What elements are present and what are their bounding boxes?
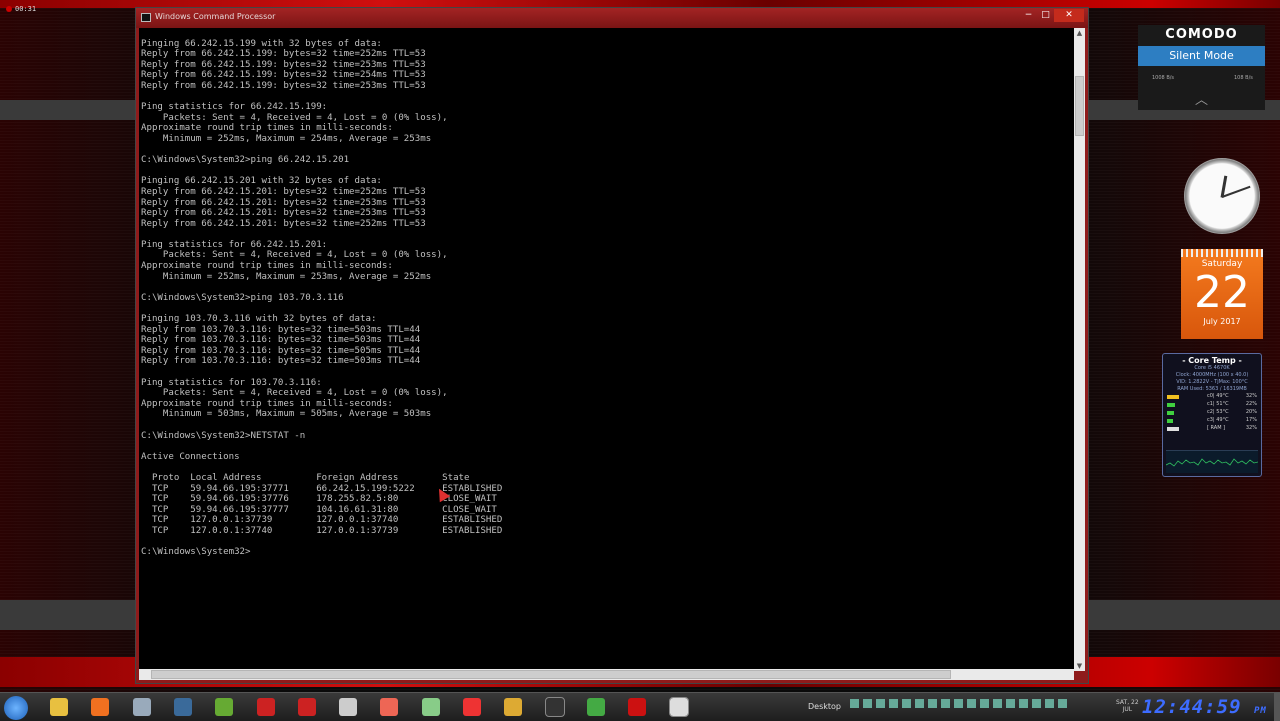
tray-icon[interactable] — [941, 699, 950, 708]
tray-icon[interactable] — [980, 699, 989, 708]
tray-icon[interactable] — [1006, 699, 1015, 708]
upload-rate: 108 B/s — [1234, 75, 1253, 81]
calendar-month: July 2017 — [1203, 317, 1241, 326]
analog-clock-gadget — [1184, 158, 1260, 234]
core-temp-label: c0| 49°C — [1207, 393, 1229, 399]
red-app-icon[interactable] — [256, 698, 275, 716]
calendar-day: 22 — [1194, 267, 1250, 318]
calendar-rings — [1181, 249, 1263, 257]
close-button[interactable]: ✕ — [1054, 9, 1084, 22]
comodo-brand: COMODO — [1165, 27, 1238, 42]
firefox-icon[interactable] — [380, 698, 399, 716]
maximize-button[interactable]: □ — [1037, 9, 1054, 22]
task-app-icon[interactable] — [668, 697, 689, 717]
volume-icon[interactable] — [1058, 699, 1067, 708]
tray-icon[interactable] — [1032, 699, 1041, 708]
tray-icon[interactable] — [863, 699, 872, 708]
calendar-gadget: Saturday 22 July 2017 — [1181, 249, 1263, 339]
cpu-vid: VID: 1.2822V - TjMax: 100°C — [1176, 379, 1248, 385]
cmd-icon — [141, 13, 151, 22]
scroll-down-icon[interactable]: ▼ — [1074, 661, 1085, 671]
core-load-bar — [1167, 427, 1179, 431]
tray-icon[interactable] — [1045, 699, 1054, 708]
core-temp-label: [ RAM ] — [1207, 425, 1226, 431]
corner-clock: 00:31 — [6, 5, 36, 13]
tray-icon[interactable] — [954, 699, 963, 708]
tray-icon[interactable] — [967, 699, 976, 708]
core-load-bar — [1167, 403, 1175, 407]
core-temp-label: c2| 53°C — [1207, 409, 1229, 415]
rednet-icon[interactable] — [628, 698, 647, 716]
core-temp-label: c3| 49°C — [1207, 417, 1229, 423]
record-icon — [6, 6, 12, 12]
core-load-bar — [1167, 419, 1173, 423]
tool-icon[interactable] — [504, 698, 523, 716]
core-load-percent: 17% — [1245, 417, 1257, 423]
cpu-model: Core i5 4670K — [1194, 365, 1230, 371]
cmd-icon[interactable] — [544, 697, 565, 717]
tray-icon[interactable] — [876, 699, 885, 708]
horizontal-scroll-thumb[interactable] — [151, 670, 951, 679]
minimize-button[interactable]: − — [1020, 9, 1037, 22]
start-button[interactable] — [4, 696, 28, 720]
core-temp-rows: c0| 49°C 32% c1| 51°C 22% c2| 53°C 20% c3| 49°… — [1163, 393, 1261, 433]
window-titlebar[interactable]: Windows Command Processor − □ ✕ — [136, 8, 1088, 28]
core-load-bar — [1167, 411, 1174, 415]
core-temp-title: - Core Temp - — [1182, 356, 1242, 365]
core-temp-label: c1| 51°C — [1207, 401, 1229, 407]
core-row: [ RAM ] 32% — [1163, 425, 1261, 433]
greenshot-icon[interactable] — [586, 698, 605, 716]
tray-icon[interactable] — [889, 699, 898, 708]
horizontal-scrollbar[interactable] — [139, 669, 1074, 680]
core-load-bar — [1167, 395, 1179, 399]
scroll-up-icon[interactable]: ▲ — [1074, 28, 1085, 38]
tray-icon[interactable] — [928, 699, 937, 708]
cpu-usage-graph — [1165, 450, 1259, 473]
steam-icon[interactable] — [173, 698, 192, 716]
console-text: Pinging 66.242.15.199 with 32 bytes of d… — [141, 38, 503, 558]
ram-used: RAM Used: 5363 / 16319MB — [1177, 386, 1247, 392]
vertical-scrollbar[interactable]: ▲ ▼ — [1074, 28, 1085, 671]
ccleaner-icon[interactable] — [297, 698, 316, 716]
tray-icon[interactable] — [1019, 699, 1028, 708]
core-row: c1| 51°C 22% — [1163, 401, 1261, 409]
collapse-chevron-icon[interactable]: ︿ — [1195, 89, 1208, 108]
tray-icon[interactable] — [902, 699, 911, 708]
console-output[interactable]: Pinging 66.242.15.199 with 32 bytes of d… — [139, 28, 1074, 671]
core-load-percent: 32% — [1245, 393, 1257, 399]
silent-mode-button[interactable]: Silent Mode — [1138, 46, 1265, 66]
show-desktop-button[interactable] — [1274, 693, 1280, 721]
core-row: c3| 49°C 17% — [1163, 417, 1261, 425]
windows-explorer-icon[interactable] — [50, 698, 68, 716]
taskbar: Desktop SAT, 22 JUL 12:44:59 PM — [0, 692, 1280, 721]
utorrent-icon[interactable] — [215, 698, 234, 716]
taskbar-date[interactable]: SAT, 22 JUL — [1116, 699, 1139, 713]
cpu-usage-graph-svg — [1165, 458, 1259, 467]
cpu-clock: Clock: 4000MHz (100 x 40.0) — [1175, 372, 1249, 378]
chrome-icon[interactable] — [463, 698, 481, 716]
core-row: c2| 53°C 20% — [1163, 409, 1261, 417]
system-tray[interactable] — [850, 699, 1067, 708]
core-load-percent: 20% — [1245, 409, 1257, 415]
core-load-percent: 32% — [1245, 425, 1257, 431]
download-rate: 1008 B/s — [1152, 75, 1175, 81]
tray-icon[interactable] — [993, 699, 1002, 708]
clock-minute-hand — [1221, 185, 1251, 198]
command-prompt-window[interactable]: Windows Command Processor − □ ✕ Pinging … — [135, 7, 1089, 684]
core-temp-gadget: - Core Temp - Core i5 4670K Clock: 4000M… — [1162, 353, 1262, 477]
file-icon[interactable] — [132, 698, 151, 716]
taskbar-time[interactable]: 12:44:59 PM — [1142, 696, 1267, 718]
core-load-percent: 22% — [1245, 401, 1257, 407]
comodo-widget[interactable]: COMODO Silent Mode 1008 B/s 108 B/s ︿ — [1138, 25, 1265, 110]
avast-icon[interactable] — [91, 698, 110, 716]
core-row: c0| 49°C 32% — [1163, 393, 1261, 401]
desktop-toolbar-label[interactable]: Desktop — [808, 702, 841, 711]
notepad-icon[interactable] — [421, 698, 440, 716]
vertical-scroll-thumb[interactable] — [1075, 76, 1084, 136]
window-title: Windows Command Processor — [155, 12, 276, 21]
tray-icon[interactable] — [915, 699, 924, 708]
calendar-app-icon[interactable] — [339, 698, 358, 716]
tray-icon[interactable] — [850, 699, 859, 708]
